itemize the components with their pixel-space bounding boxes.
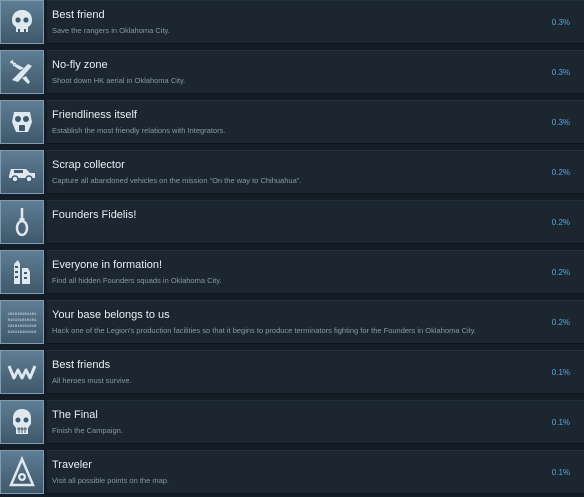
achievement-panel: Everyone in formation! Find all hidden F… [47, 250, 584, 294]
achievement-title: Best friend [52, 9, 105, 21]
achievement-percent: 0.2% [551, 218, 570, 227]
achievement-description: Save the rangers in Oklahoma City. [52, 26, 170, 35]
achievement-icon-frame [0, 350, 44, 394]
achievement-description: Capture all abandoned vehicles on the mi… [52, 176, 302, 185]
hands-icon [7, 365, 37, 380]
achievement-row[interactable]: The Final Finish the Campaign. 0.1% [0, 400, 584, 447]
achievement-panel: Traveler Visit all possible points on th… [47, 450, 584, 494]
achievement-title: No-fly zone [52, 59, 108, 71]
noose-icon [15, 208, 29, 237]
achievement-row[interactable]: Best friend Save the rangers in Oklahoma… [0, 0, 584, 47]
achievement-icon-frame [0, 250, 44, 294]
achievement-description: All heroes must survive. [52, 376, 132, 385]
binary-code-icon: 101010101101 010101010101 101010101010 0… [8, 313, 37, 335]
achievement-description: Finish the Campaign. [52, 426, 123, 435]
svg-text:101010101101: 101010101101 [8, 313, 37, 317]
gasmask-icon [12, 112, 32, 132]
achievement-percent: 0.2% [551, 168, 570, 177]
achievement-description: Shoot down HK aerial in Oklahoma City. [52, 76, 186, 85]
achievement-percent: 0.3% [551, 118, 570, 127]
achievement-percent: 0.3% [551, 18, 570, 27]
achievement-row[interactable]: Best friends All heroes must survive. 0.… [0, 350, 584, 397]
achievement-panel: No-fly zone Shoot down HK aerial in Okla… [47, 50, 584, 94]
achievement-description: Find all hidden Founders squads in Oklah… [52, 276, 222, 285]
achievement-row[interactable]: 101010101101 010101010101 101010101010 0… [0, 300, 584, 347]
achievement-row[interactable]: Scrap collector Capture all abandoned ve… [0, 150, 584, 197]
achievement-icon-frame [0, 0, 44, 44]
achievement-title: Scrap collector [52, 159, 125, 171]
terminator-skull-icon [13, 409, 31, 434]
skull-icon [12, 10, 32, 33]
achievement-row[interactable]: Traveler Visit all possible points on th… [0, 450, 584, 497]
achievement-icon-frame [0, 400, 44, 444]
achievement-panel: Best friends All heroes must survive. 0.… [47, 350, 584, 394]
achievement-panel: Founders Fidelis! 0.2% [47, 200, 584, 244]
achievement-icon-frame [0, 450, 44, 494]
achievement-percent: 0.1% [551, 468, 570, 477]
svg-text:010110101010: 010110101010 [8, 331, 37, 335]
svg-text:101010101010: 101010101010 [8, 325, 37, 329]
achievement-panel: Scrap collector Capture all abandoned ve… [47, 150, 584, 194]
achievement-description: Hack one of the Legion's production faci… [52, 326, 477, 335]
achievement-percent: 0.2% [551, 318, 570, 327]
achievement-panel: Friendliness itself Establish the most f… [47, 100, 584, 144]
achievement-list: Best friend Save the rangers in Oklahoma… [0, 0, 584, 494]
achievement-panel: Your base belongs to us Hack one of the … [47, 300, 584, 344]
achievement-icon-frame: 101010101101 010101010101 101010101010 0… [0, 300, 44, 344]
achievement-panel: Best friend Save the rangers in Oklahoma… [47, 0, 584, 44]
ruined-building-icon [14, 260, 30, 284]
achievement-icon-frame [0, 200, 44, 244]
achievement-percent: 0.3% [551, 68, 570, 77]
achievement-percent: 0.1% [551, 368, 570, 377]
achievement-title: Traveler [52, 459, 92, 471]
achievement-title: Everyone in formation! [52, 259, 163, 271]
achievement-title: Founders Fidelis! [52, 209, 137, 221]
achievement-description: Visit all possible points on the map. [52, 476, 170, 485]
achievement-row[interactable]: Founders Fidelis! 0.2% [0, 200, 584, 247]
achievement-title: Friendliness itself [52, 109, 137, 121]
achievement-icon-frame [0, 50, 44, 94]
achievement-title: Your base belongs to us [52, 309, 170, 321]
achievement-panel: The Final Finish the Campaign. 0.1% [47, 400, 584, 444]
achievement-row[interactable]: No-fly zone Shoot down HK aerial in Okla… [0, 50, 584, 97]
achievement-row[interactable]: Friendliness itself Establish the most f… [0, 100, 584, 147]
achievement-icon-frame [0, 150, 44, 194]
achievement-icon-frame [0, 100, 44, 144]
car-icon [9, 169, 35, 183]
svg-text:010101010101: 010101010101 [8, 319, 37, 323]
achievement-description: Establish the most friendly relations wi… [52, 126, 226, 135]
aircraft-crash-icon [9, 59, 32, 84]
achievement-row[interactable]: Everyone in formation! Find all hidden F… [0, 250, 584, 297]
achievement-title: Best friends [52, 359, 111, 371]
achievement-percent: 0.2% [551, 268, 570, 277]
map-pin-gear-icon [9, 456, 35, 487]
achievement-percent: 0.1% [551, 418, 570, 427]
achievement-title: The Final [52, 409, 98, 421]
